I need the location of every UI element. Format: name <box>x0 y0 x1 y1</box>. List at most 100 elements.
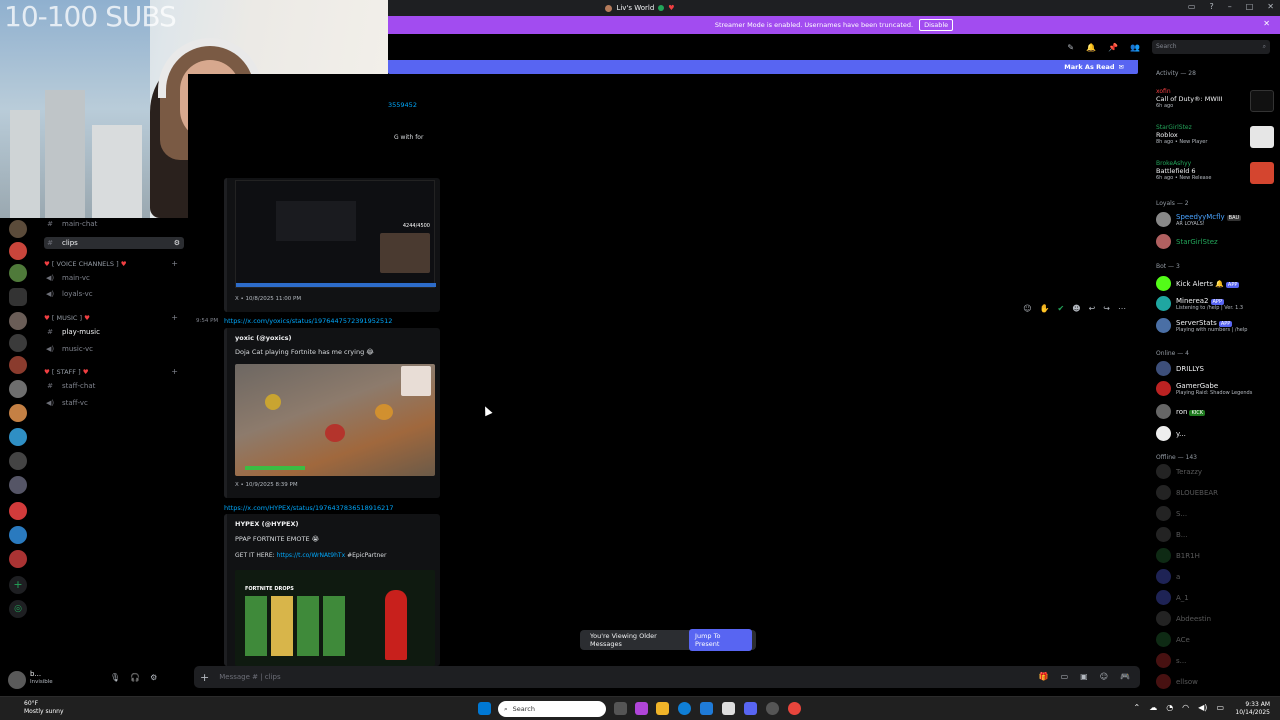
weather-widget[interactable]: 60°F Mostly sunny <box>10 700 64 716</box>
server-icon[interactable] <box>9 550 27 568</box>
taskbar-search[interactable]: ⌕ Search <box>498 701 606 717</box>
embed-author[interactable]: yoxic (@yoxics) <box>235 334 292 342</box>
message-link[interactable]: https://x.com/HYPEX/status/1976437836518… <box>224 504 394 512</box>
mic-icon[interactable]: 🎙 <box>110 673 120 682</box>
channel-staff-chat[interactable]: # staff-chat <box>44 382 95 390</box>
battery-icon[interactable]: ▭ <box>1216 703 1224 712</box>
channel-play-music[interactable]: # play-music <box>44 328 100 336</box>
activity-card[interactable]: xofin Call of Duty®: MWIII 6h ago <box>1156 88 1274 118</box>
server-icon[interactable] <box>9 502 27 520</box>
channel-music-vc[interactable]: ◀) music-vc <box>44 345 93 353</box>
server-icon[interactable] <box>9 404 27 422</box>
member[interactable]: S... <box>1156 506 1187 521</box>
discover-icon[interactable]: ◎ <box>9 600 27 618</box>
chrome-icon[interactable] <box>788 702 801 715</box>
message-link[interactable]: 3559452 <box>388 101 417 109</box>
close-banner-icon[interactable]: ✕ <box>1263 19 1270 28</box>
disable-button[interactable]: Disable <box>919 19 954 31</box>
members-icon[interactable]: 👥 <box>1130 43 1140 52</box>
member[interactable]: a <box>1156 569 1180 584</box>
category-voice[interactable]: ♥ [ VOICE CHANNELS ] ♥ <box>44 260 127 268</box>
reaction-icon[interactable]: ✋ <box>1040 304 1050 313</box>
server-icon[interactable] <box>9 264 27 282</box>
member[interactable]: SpeedyyMcfly BAU AR LOYALS! <box>1156 212 1242 227</box>
add-channel-icon[interactable]: + <box>171 367 178 376</box>
channel-main-vc[interactable]: ◀) main-vc <box>44 274 90 282</box>
server-icon[interactable] <box>9 356 27 374</box>
add-channel-icon[interactable]: + <box>171 313 178 322</box>
embed-url[interactable]: https://t.co/WrNAt9hTx <box>277 552 346 559</box>
close-window-icon[interactable]: ✕ <box>1267 2 1274 11</box>
sticker-icon[interactable]: ▣ <box>1080 672 1088 681</box>
inbox-icon[interactable]: ▭ <box>1188 2 1196 11</box>
forward-icon[interactable]: ↪ <box>1103 304 1110 313</box>
more-icon[interactable]: ⋯ <box>1118 304 1126 313</box>
start-icon[interactable] <box>478 702 491 715</box>
channel-main-chat[interactable]: # main-chat <box>44 220 97 228</box>
emoji-icon[interactable]: ☺ <box>1023 304 1031 313</box>
member[interactable]: ron KICK <box>1156 404 1205 419</box>
file-explorer-icon[interactable] <box>656 702 669 715</box>
member[interactable]: B... <box>1156 527 1187 542</box>
mark-as-read-bar[interactable]: Mark As Read ✉ <box>388 60 1138 74</box>
add-attachment-icon[interactable]: + <box>200 671 209 684</box>
member[interactable]: 8LOUEBEAR <box>1156 485 1218 500</box>
server-icon[interactable] <box>9 428 27 446</box>
bell-icon[interactable]: 🔔 <box>1086 43 1096 52</box>
discord-icon[interactable] <box>744 702 757 715</box>
server-icon[interactable] <box>9 312 27 330</box>
activity-card[interactable]: BrokeAshyy Battlefield 6 6h ago • New Re… <box>1156 160 1274 190</box>
cloud-icon[interactable]: ☁ <box>1149 703 1157 712</box>
jump-to-present-button[interactable]: Jump To Present <box>689 629 752 651</box>
server-icon[interactable] <box>9 288 27 306</box>
channel-clips[interactable]: # clips ⚙ <box>44 237 184 249</box>
category-music[interactable]: ♥ [ MUSIC ] ♥ <box>44 314 90 322</box>
emoji-icon[interactable]: ☺ <box>1100 672 1108 681</box>
task-view-icon[interactable] <box>614 702 627 715</box>
threads-icon[interactable]: ✎ <box>1067 43 1074 52</box>
server-icon[interactable] <box>9 242 27 260</box>
volume-icon[interactable]: ◀) <box>1198 703 1207 712</box>
embed-hashtag[interactable]: #EpicPartner <box>347 552 386 559</box>
notepad-icon[interactable] <box>722 702 735 715</box>
server-icon[interactable] <box>9 334 27 352</box>
category-staff[interactable]: ♥ [ STAFF ] ♥ <box>44 368 89 376</box>
reply-icon[interactable]: ↩ <box>1089 304 1096 313</box>
member[interactable]: B1R1H <box>1156 548 1200 563</box>
add-channel-icon[interactable]: + <box>171 259 178 268</box>
embed-author[interactable]: HYPEX (@HYPEX) <box>235 520 298 528</box>
member[interactable]: GamerGabe Playing Raid: Shadow Legends <box>1156 381 1252 396</box>
gear-icon[interactable]: ⚙ <box>150 673 157 682</box>
activity-card[interactable]: StarGirlStez Roblox 8h ago • New Player <box>1156 124 1274 154</box>
edge-icon[interactable] <box>678 702 691 715</box>
check-icon[interactable]: ✔ <box>1058 304 1065 313</box>
embed-image[interactable] <box>235 364 435 476</box>
server-icon[interactable] <box>9 476 27 494</box>
help-icon[interactable]: ? <box>1209 2 1213 11</box>
member[interactable]: ServerStats APP Playing with numbers | /h… <box>1156 318 1247 333</box>
gift-icon[interactable]: 🎁 <box>1039 672 1049 681</box>
clock[interactable]: 9:33 AM 10/14/2025 <box>1235 701 1270 717</box>
obs-icon[interactable] <box>766 702 779 715</box>
minimize-icon[interactable]: – <box>1228 2 1232 11</box>
maximize-icon[interactable]: □ <box>1246 2 1254 11</box>
copilot-icon[interactable] <box>635 702 648 715</box>
member[interactable]: ACe <box>1156 632 1190 647</box>
embed-image[interactable]: FORTNITE DROPS <box>235 570 435 666</box>
wifi-icon[interactable]: ◠ <box>1182 703 1189 712</box>
member[interactable]: Minerea2 APP Listening to /help | Ver. 1.… <box>1156 296 1243 311</box>
member[interactable]: A_1 <box>1156 590 1189 605</box>
member[interactable]: Kick Alerts 🔔 APP <box>1156 276 1240 291</box>
network-icon[interactable]: ◔ <box>1166 703 1173 712</box>
member[interactable]: StarGirlStez <box>1156 234 1218 249</box>
member[interactable]: Terazzy <box>1156 464 1202 479</box>
settings-icon[interactable]: ⚙ <box>174 239 180 247</box>
channel-loyals-vc[interactable]: ◀) loyals-vc <box>44 290 93 298</box>
channel-staff-vc[interactable]: ◀) staff-vc <box>44 399 88 407</box>
pin-icon[interactable]: 📌 <box>1108 43 1118 52</box>
apps-icon[interactable]: 🎮 <box>1120 672 1130 681</box>
message-input[interactable]: Message # | clips <box>219 673 280 681</box>
member[interactable]: Abdeestin <box>1156 611 1211 626</box>
member[interactable]: y... <box>1156 426 1186 441</box>
add-server-icon[interactable]: + <box>9 576 27 594</box>
